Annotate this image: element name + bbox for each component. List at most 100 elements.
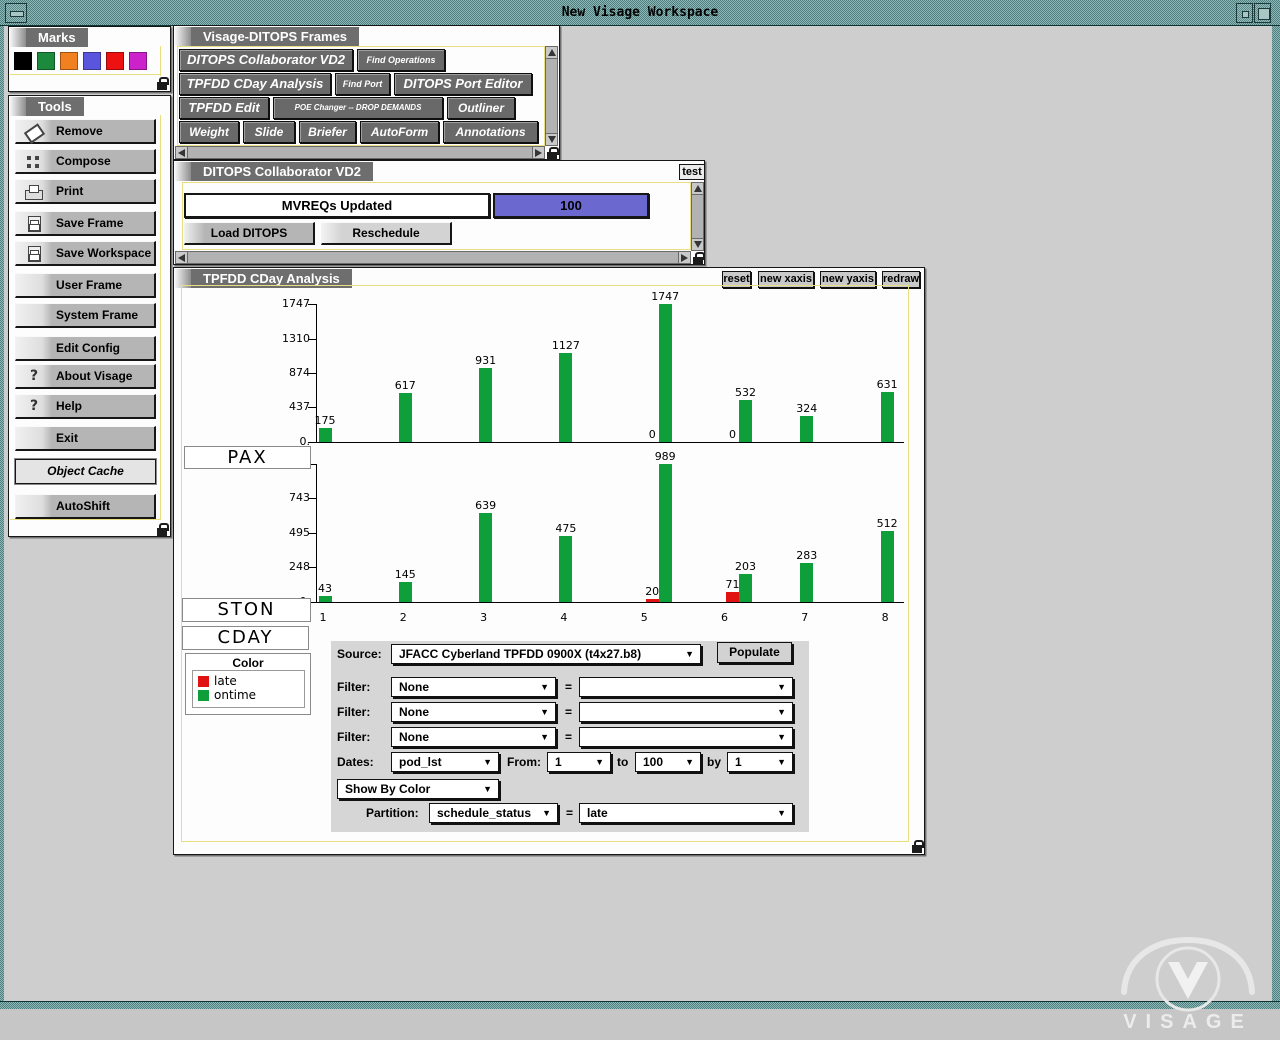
- legend-item-late[interactable]: late: [193, 675, 304, 688]
- frame-button-tpfdd-cday-analysis[interactable]: TPFDD CDay Analysis: [179, 73, 331, 95]
- bar-ontime[interactable]: [881, 392, 894, 442]
- scroll-left-button[interactable]: [175, 146, 188, 159]
- tool-button-save-workspace[interactable]: Save Workspace: [15, 241, 156, 266]
- tool-button-print[interactable]: Print: [15, 179, 156, 204]
- bar-ontime[interactable]: [399, 582, 412, 602]
- bar-ontime[interactable]: [479, 513, 492, 602]
- vertical-scrollbar[interactable]: [691, 182, 704, 251]
- lock-icon[interactable]: [546, 147, 558, 160]
- bar-late[interactable]: [646, 599, 659, 602]
- scroll-left-button[interactable]: [175, 251, 188, 264]
- tool-button-user-frame[interactable]: User Frame: [15, 273, 156, 298]
- tool-button-save-frame[interactable]: Save Frame: [15, 211, 156, 236]
- legend-item-ontime[interactable]: ontime: [193, 689, 304, 702]
- horizontal-scrollbar[interactable]: [175, 251, 691, 264]
- scroll-down-button[interactable]: [691, 238, 704, 251]
- frame-button-ditops-port-editor[interactable]: DITOPS Port Editor: [394, 73, 532, 95]
- lock-icon[interactable]: [156, 77, 168, 90]
- window-menu-button[interactable]: [5, 3, 27, 23]
- populate-button[interactable]: Populate: [717, 642, 792, 663]
- tool-button-autoshift[interactable]: AutoShift: [15, 494, 156, 519]
- scroll-up-button[interactable]: [691, 182, 704, 195]
- bar-ontime[interactable]: [319, 428, 332, 442]
- lock-icon[interactable]: [692, 252, 704, 265]
- tool-button-object-cache[interactable]: Object Cache: [15, 459, 156, 484]
- bar-ontime[interactable]: [800, 416, 813, 442]
- filter-field-dropdown[interactable]: None: [391, 677, 556, 697]
- bar-ontime[interactable]: [399, 393, 412, 442]
- color-swatch[interactable]: [83, 52, 101, 70]
- to-dropdown[interactable]: 100: [635, 752, 701, 772]
- frame-button-poe-changer-drop-demands[interactable]: POE Changer -- DROP DEMANDS: [273, 97, 443, 119]
- marks-titlebar[interactable]: Marks: [10, 28, 169, 47]
- workspace-titlebar[interactable]: New Visage Workspace: [0, 0, 1280, 26]
- color-swatch[interactable]: [129, 52, 147, 70]
- filter-value-dropdown[interactable]: [579, 727, 793, 747]
- bar-ontime[interactable]: [881, 531, 894, 602]
- partition-value-dropdown[interactable]: late: [579, 803, 793, 823]
- partition-dropdown[interactable]: schedule_status: [429, 803, 558, 823]
- y-axis-label-pax[interactable]: PAX: [184, 446, 311, 469]
- reschedule-button[interactable]: Reschedule: [321, 222, 452, 245]
- tool-button-remove[interactable]: Remove: [15, 119, 156, 144]
- frame-button-find-port[interactable]: Find Port: [335, 73, 390, 95]
- frame-button-slide[interactable]: Slide: [243, 121, 295, 143]
- lock-icon[interactable]: [911, 840, 923, 853]
- y-axis-label-ston[interactable]: STON: [182, 598, 311, 622]
- test-tag[interactable]: test: [679, 164, 705, 180]
- show-by-dropdown[interactable]: Show By Color: [337, 779, 499, 799]
- by-dropdown[interactable]: 1: [727, 752, 793, 772]
- color-swatch[interactable]: [14, 52, 32, 70]
- lock-icon[interactable]: [156, 523, 168, 536]
- horizontal-scrollbar[interactable]: [175, 146, 545, 159]
- bar-ontime[interactable]: [739, 400, 752, 442]
- x-axis-label-cday[interactable]: CDAY: [182, 626, 309, 650]
- tool-button-exit[interactable]: Exit: [15, 426, 156, 451]
- tool-button-system-frame[interactable]: System Frame: [15, 303, 156, 328]
- tool-button-help[interactable]: ?Help: [15, 394, 156, 419]
- scroll-right-button[interactable]: [532, 146, 545, 159]
- tool-button-edit-config[interactable]: Edit Config: [15, 336, 156, 361]
- frame-button-autoform[interactable]: AutoForm: [360, 121, 439, 143]
- filter-value-dropdown[interactable]: [579, 677, 793, 697]
- bar-ontime[interactable]: [659, 464, 672, 602]
- source-dropdown[interactable]: JFACC Cyberland TPFDD 0900X (t4x27.b8): [391, 644, 701, 664]
- tool-button-compose[interactable]: Compose: [15, 149, 156, 174]
- minimize-button[interactable]: [1236, 3, 1253, 23]
- load-ditops-button[interactable]: Load DITOPS: [184, 222, 315, 245]
- from-dropdown[interactable]: 1: [547, 752, 611, 772]
- filter-value-dropdown[interactable]: [579, 702, 793, 722]
- bar-ontime[interactable]: [559, 536, 572, 602]
- bar-ontime[interactable]: [800, 563, 813, 602]
- filter-field-dropdown[interactable]: None: [391, 727, 556, 747]
- bar-ontime[interactable]: [659, 304, 672, 442]
- bar-ontime[interactable]: [559, 353, 572, 442]
- frame-button-briefer[interactable]: Briefer: [299, 121, 356, 143]
- bar-ontime[interactable]: [739, 574, 752, 602]
- scroll-down-button[interactable]: [545, 133, 558, 146]
- color-swatch[interactable]: [106, 52, 124, 70]
- bar-ontime[interactable]: [319, 596, 332, 602]
- tool-button-label: Save Workspace: [56, 242, 151, 264]
- titlebar-grip[interactable]: [10, 28, 26, 47]
- bar-ontime[interactable]: [479, 368, 492, 442]
- frame-button-tpfdd-edit[interactable]: TPFDD Edit: [179, 97, 269, 119]
- frame-button-weight[interactable]: Weight: [179, 121, 239, 143]
- color-swatch[interactable]: [60, 52, 78, 70]
- bar-late[interactable]: [726, 592, 739, 602]
- tool-button-label: Remove: [56, 120, 103, 142]
- tool-button-about-visage[interactable]: ?About Visage: [15, 364, 156, 389]
- vertical-scrollbar[interactable]: [545, 46, 558, 146]
- titlebar-grip[interactable]: [175, 162, 191, 181]
- scroll-up-button[interactable]: [545, 46, 558, 59]
- dates-dropdown[interactable]: pod_lst: [391, 752, 499, 772]
- collaborator-titlebar[interactable]: DITOPS Collaborator VD2: [175, 162, 703, 181]
- filter-field-dropdown[interactable]: None: [391, 702, 556, 722]
- frame-button-find-operations[interactable]: Find Operations: [357, 49, 445, 71]
- maximize-button[interactable]: [1254, 3, 1271, 23]
- color-swatch[interactable]: [37, 52, 55, 70]
- frame-button-annotations[interactable]: Annotations: [443, 121, 538, 143]
- frame-button-ditops-collaborator-vd2[interactable]: DITOPS Collaborator VD2: [179, 49, 353, 71]
- frame-button-outliner[interactable]: Outliner: [447, 97, 515, 119]
- scroll-right-button[interactable]: [678, 251, 691, 264]
